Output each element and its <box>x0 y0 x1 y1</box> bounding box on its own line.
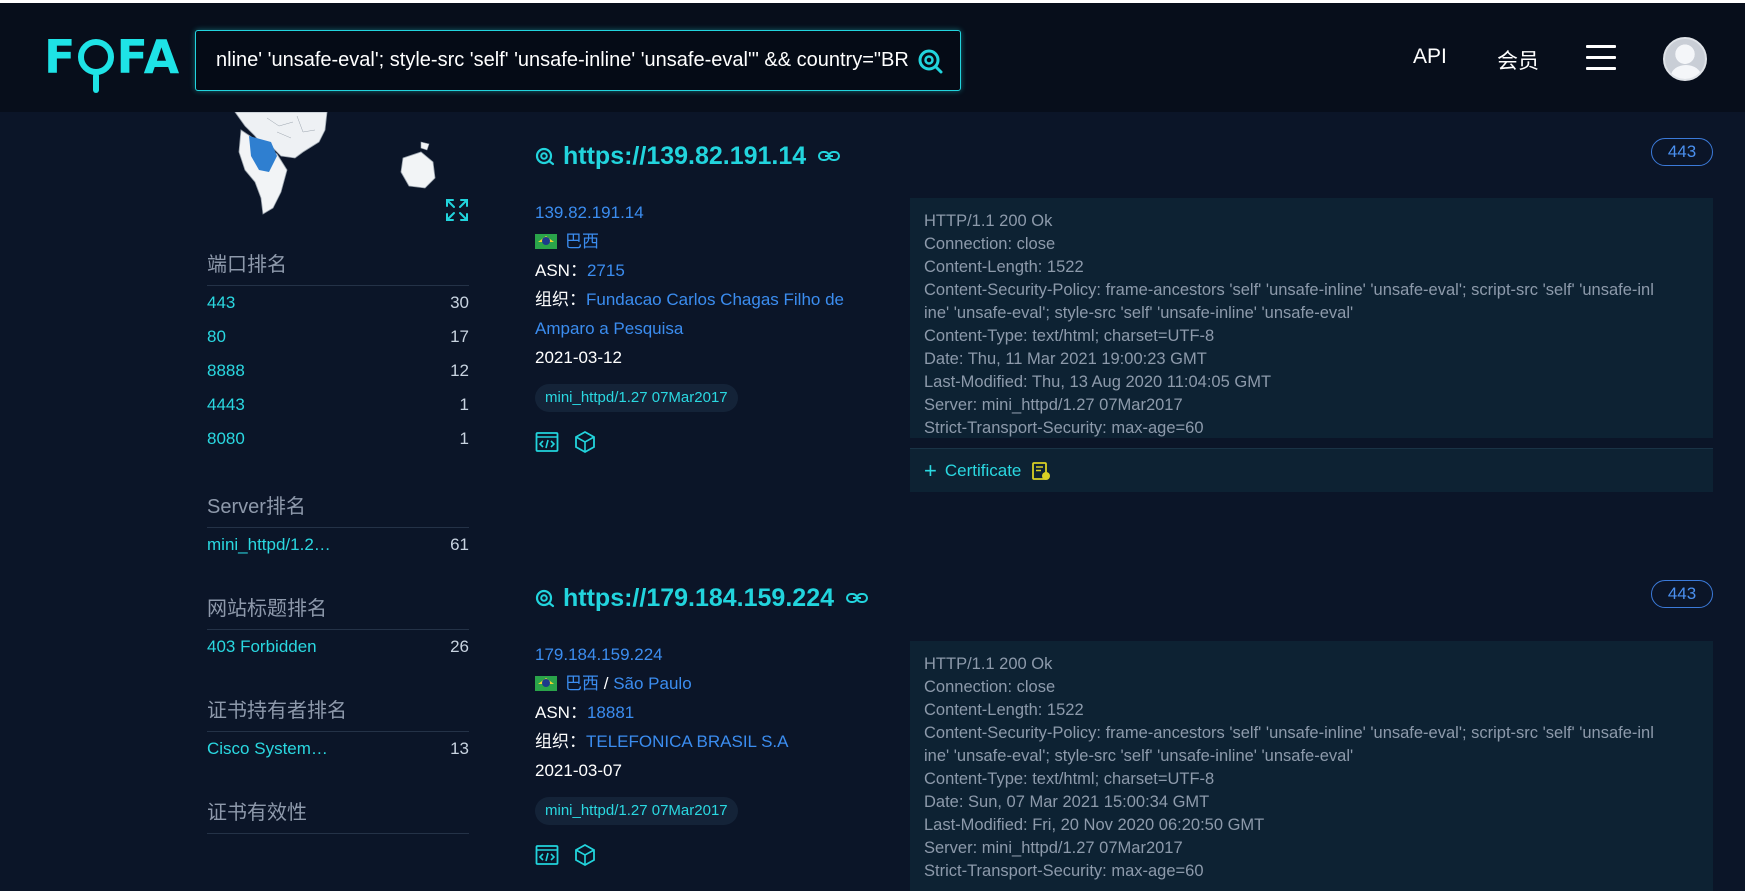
expand-icon[interactable] <box>445 198 469 222</box>
sidebar: 端口排名 443 30 80 17 8888 12 4443 1 8080 1 Serve… <box>207 111 469 834</box>
asn-link[interactable]: 2715 <box>587 261 625 280</box>
cube-icon[interactable] <box>573 843 597 867</box>
brazil-flag-icon <box>535 676 557 691</box>
product-tag[interactable]: mini_httpd/1.27 07Mar2017 <box>535 384 738 412</box>
list-item[interactable]: 8888 12 <box>207 354 469 388</box>
brazil-flag-icon <box>535 234 557 249</box>
cert-holder-rank-title: 证书持有者排名 <box>207 694 469 732</box>
result-url-link[interactable]: https://139.82.191.14 <box>563 142 806 171</box>
cert-holder-rank-section: 证书持有者排名 Cisco System… 13 <box>207 694 469 766</box>
search-icon[interactable] <box>908 39 952 83</box>
title-rank-section: 网站标题排名 403 Forbidden 26 <box>207 592 469 664</box>
code-view-icon[interactable] <box>535 843 559 867</box>
org-link[interactable]: TELEFONICA BRASIL S.A <box>586 732 789 751</box>
region-link[interactable]: São Paulo <box>613 674 691 693</box>
target-icon <box>535 589 555 608</box>
ip-link[interactable]: 139.82.191.14 <box>535 203 644 222</box>
list-item[interactable]: 80 17 <box>207 320 469 354</box>
port-badge[interactable]: 443 <box>1651 580 1713 608</box>
plus-icon: + <box>924 457 937 483</box>
logo-ring-icon <box>78 39 115 93</box>
world-map-icon <box>234 111 436 215</box>
date-text: 2021-03-07 <box>535 761 622 780</box>
top-header: FFA API 会员 <box>0 0 1745 112</box>
link-icon[interactable] <box>846 591 868 605</box>
certificate-icon[interactable] <box>1031 461 1051 481</box>
country-link[interactable]: 巴西 <box>565 232 599 251</box>
cube-icon[interactable] <box>573 430 597 454</box>
country-link[interactable]: 巴西 <box>565 674 599 693</box>
avatar[interactable] <box>1663 37 1707 81</box>
result-title: https://179.184.159.224 <box>535 580 1713 616</box>
response-headers[interactable]: HTTP/1.1 200 Ok Connection: close Conten… <box>910 198 1713 438</box>
cert-validity-title: 证书有效性 <box>207 796 469 834</box>
cert-validity-section: 证书有效性 <box>207 796 469 834</box>
world-map-thumbnail[interactable] <box>207 111 469 224</box>
list-item[interactable]: mini_httpd/1.2… 61 <box>207 528 469 562</box>
server-rank-section: Server排名 mini_httpd/1.2… 61 <box>207 490 469 562</box>
date-text: 2021-03-12 <box>535 348 622 367</box>
asn-link[interactable]: 18881 <box>587 703 634 722</box>
list-item[interactable]: 8080 1 <box>207 422 469 456</box>
target-icon <box>535 147 555 166</box>
result-card: https://139.82.191.14 443 139.82.191.14 … <box>535 138 1713 518</box>
nav-api-link[interactable]: API <box>1413 45 1447 69</box>
link-icon[interactable] <box>818 149 841 163</box>
server-rank-title: Server排名 <box>207 490 469 528</box>
certificate-toggle[interactable]: + Certificate <box>910 448 1713 492</box>
result-title: https://139.82.191.14 <box>535 138 1713 174</box>
result-info: 139.82.191.14 巴西 ASN：2715 组织：Fundacao Ca… <box>535 198 865 454</box>
port-rank-section: 端口排名 443 30 80 17 8888 12 4443 1 8080 1 <box>207 248 469 456</box>
search-box <box>195 30 961 91</box>
hamburger-menu-icon[interactable] <box>1586 45 1616 73</box>
response-headers[interactable]: HTTP/1.1 200 Ok Connection: close Conten… <box>910 641 1713 891</box>
list-item[interactable]: Cisco System… 13 <box>207 732 469 766</box>
port-rank-title: 端口排名 <box>207 248 469 286</box>
list-item[interactable]: 403 Forbidden 26 <box>207 630 469 664</box>
ip-link[interactable]: 179.184.159.224 <box>535 645 663 664</box>
certificate-label: Certificate <box>944 460 1022 480</box>
search-input[interactable] <box>216 49 908 72</box>
list-item[interactable]: 443 30 <box>207 286 469 320</box>
port-badge[interactable]: 443 <box>1651 138 1713 166</box>
code-view-icon[interactable] <box>535 430 559 454</box>
title-rank-title: 网站标题排名 <box>207 592 469 630</box>
result-card: https://179.184.159.224 443 179.184.159.… <box>535 580 1713 891</box>
nav-vip-link[interactable]: 会员 <box>1497 45 1539 75</box>
result-url-link[interactable]: https://179.184.159.224 <box>563 584 834 613</box>
fofa-logo[interactable]: F FA <box>44 27 180 93</box>
list-item[interactable]: 4443 1 <box>207 388 469 422</box>
result-info: 179.184.159.224 巴西 / São Paulo ASN：18881… <box>535 640 865 867</box>
product-tag[interactable]: mini_httpd/1.27 07Mar2017 <box>535 797 738 825</box>
